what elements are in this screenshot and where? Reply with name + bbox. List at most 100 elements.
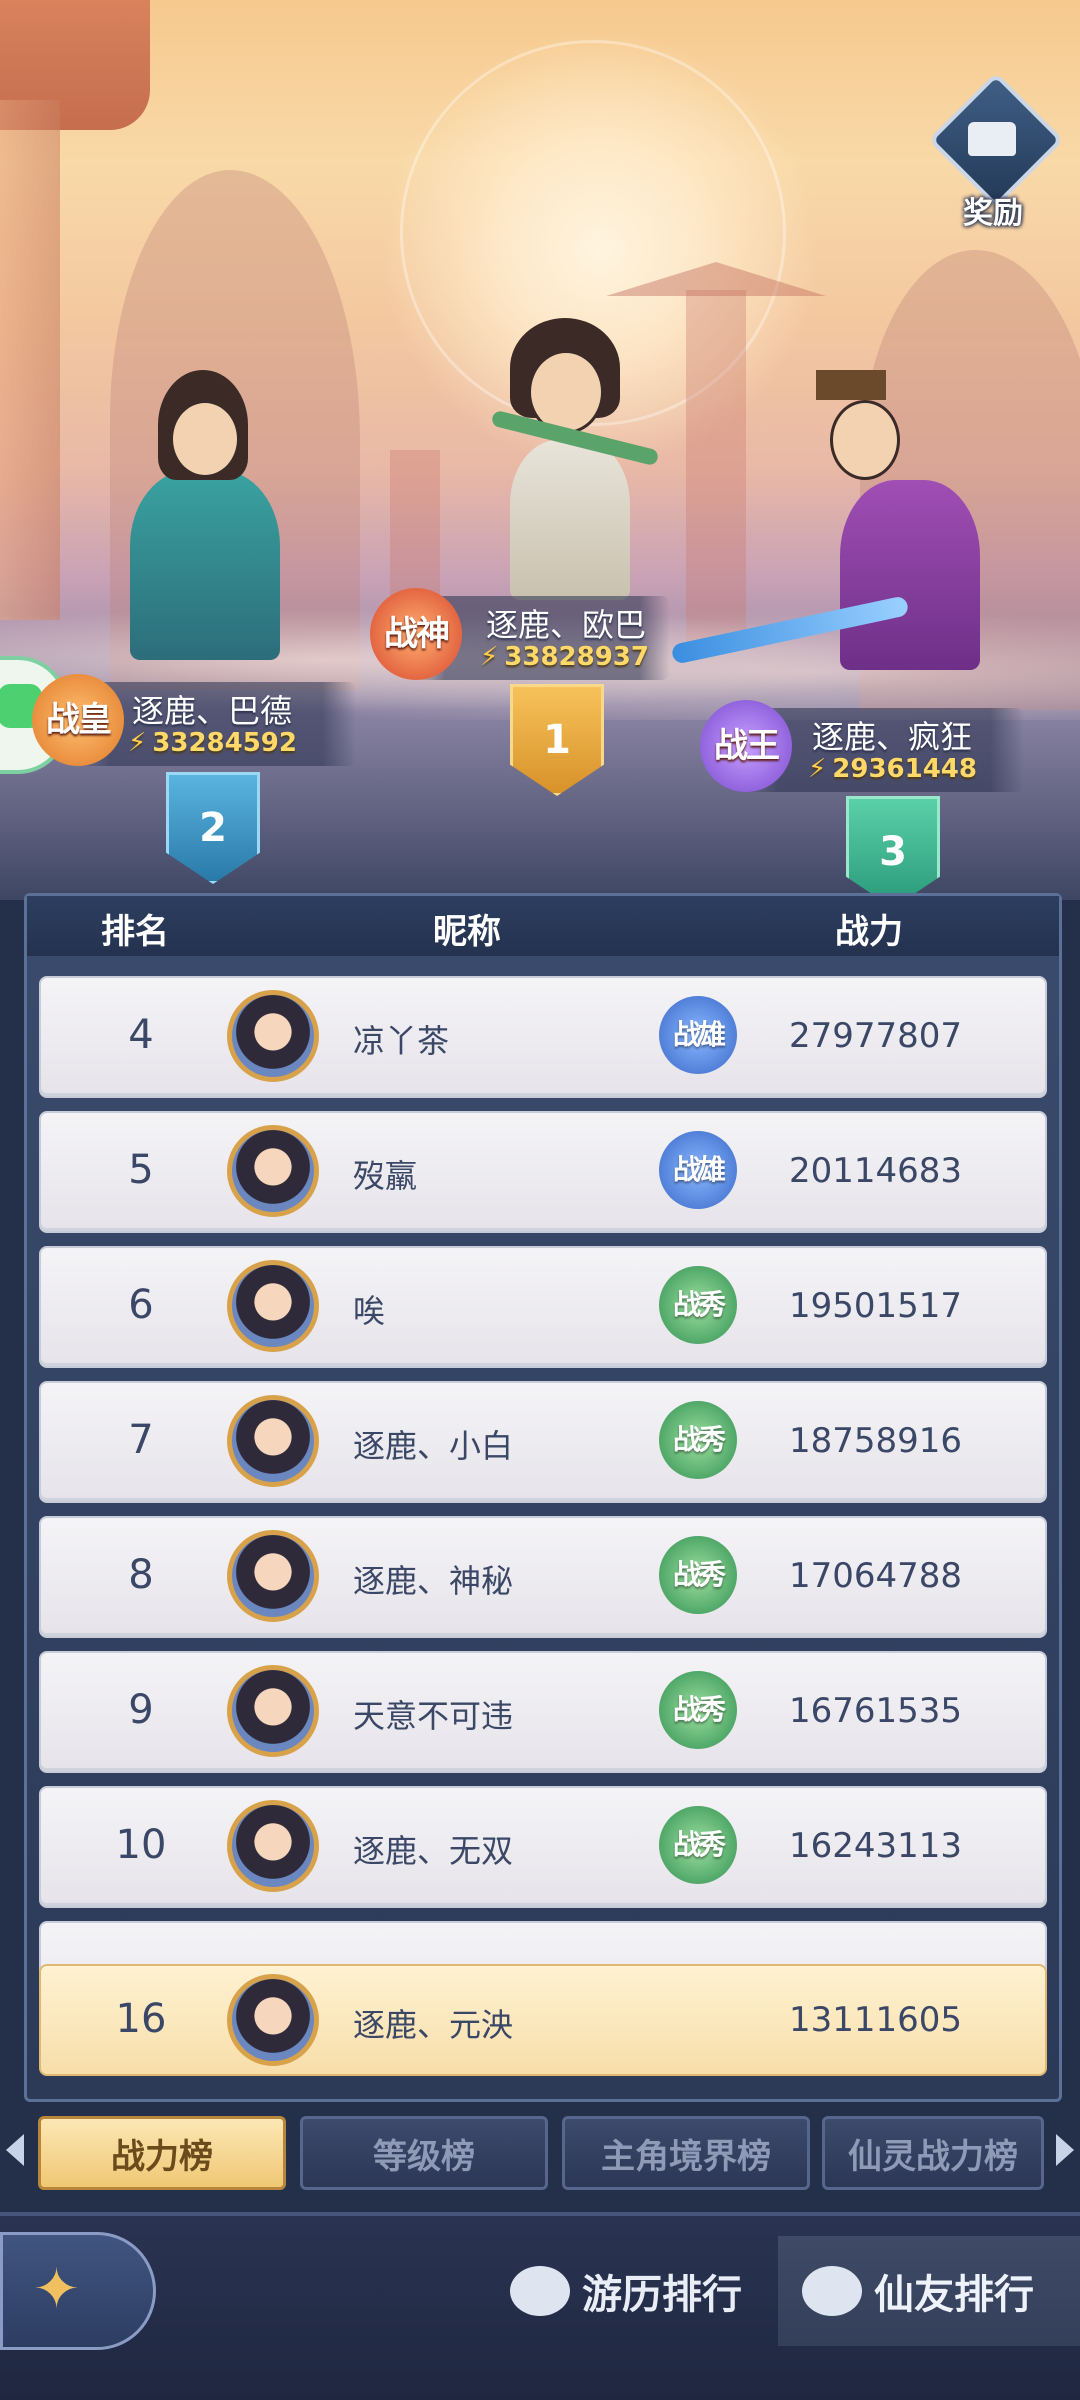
row-power: 17064788 (789, 1556, 963, 1596)
table-row[interactable]: 7 逐鹿、小白 战秀 18758916 (39, 1381, 1047, 1503)
row-name: 逐鹿、小白 (353, 1427, 514, 1465)
travel-icon (510, 2266, 570, 2316)
avatar[interactable] (227, 990, 319, 1082)
hero-body (840, 480, 980, 670)
table-row[interactable]: 8 逐鹿、神秘 战秀 17064788 (39, 1516, 1047, 1638)
row-rank: 10 (115, 1822, 167, 1868)
avatar[interactable] (227, 1665, 319, 1757)
top3-power: ⚡ 29361448 (808, 754, 977, 784)
row-power: 20114683 (789, 1151, 963, 1191)
tab-power-rank[interactable]: 战力榜 (38, 2116, 286, 2190)
hero-rank-3[interactable] (670, 370, 1020, 690)
my-rank-row[interactable]: 16 逐鹿、元泱 13111605 (39, 1964, 1047, 2076)
header-power: 战力 (835, 912, 903, 952)
hero-rank-2[interactable] (70, 350, 330, 660)
ranking-tabs: 战力榜 等级榜 主角境界榜 仙灵战力榜 (0, 2112, 1080, 2192)
pavilion-pillar (0, 100, 60, 620)
title-badge-zhanxiu: 战秀 (659, 1401, 737, 1479)
title-badge-zhanxiu: 战秀 (659, 1266, 737, 1344)
power-bolt-icon: ⚡ (128, 728, 147, 758)
tab-scroll-left-icon[interactable] (6, 2134, 24, 2166)
ranking-list[interactable]: 4 凉丫茶 战雄 27977807 5 歿羸 战雄 20114683 6 唉 战… (39, 976, 1047, 1981)
ranking-panel: 排名 昵称 战力 4 凉丫茶 战雄 27977807 5 歿羸 战雄 20114… (24, 893, 1062, 2102)
top1-name: 逐鹿、欧巴 (486, 606, 647, 644)
hero-face (830, 400, 900, 480)
table-row[interactable]: 9 天意不可违 战秀 16761535 (39, 1651, 1047, 1773)
table-row[interactable]: 10 逐鹿、无双 战秀 16243113 (39, 1786, 1047, 1908)
my-avatar[interactable] (227, 1974, 319, 2066)
row-rank: 6 (128, 1282, 154, 1328)
nav-travel-label: 游历排行 (582, 2272, 742, 2318)
hero-body (130, 470, 280, 660)
row-rank: 9 (128, 1687, 154, 1733)
reward-button[interactable]: 奖励 (928, 72, 1064, 232)
nav-friend-rank[interactable]: 仙友排行 (778, 2236, 1080, 2346)
bottom-nav: ✦ 游历排行 仙友排行 (0, 2212, 1080, 2400)
avatar[interactable] (227, 1260, 319, 1352)
hero-face (170, 400, 240, 478)
row-name: 凉丫茶 (353, 1022, 450, 1060)
title-badge-zhanhuang: 战皇 (32, 674, 124, 766)
table-row[interactable]: 4 凉丫茶 战雄 27977807 (39, 976, 1047, 1098)
row-rank: 8 (128, 1552, 154, 1598)
tab-spirit-power-rank[interactable]: 仙灵战力榜 (822, 2116, 1044, 2190)
power-bolt-icon: ⚡ (480, 642, 499, 672)
menu-button[interactable]: ✦ (0, 2232, 156, 2350)
my-name: 逐鹿、元泱 (353, 2006, 514, 2044)
top1-namebar: 战神 逐鹿、欧巴 ⚡ 33828937 (370, 588, 670, 684)
chest-icon (968, 122, 1016, 156)
top2-namebar: 战皇 逐鹿、巴德 ⚡ 33284592 (32, 674, 362, 770)
tab-scroll-right-icon[interactable] (1056, 2134, 1074, 2166)
reward-label: 奖励 (963, 196, 1023, 231)
tab-level-rank[interactable]: 等级榜 (300, 2116, 548, 2190)
row-power: 16243113 (789, 1826, 963, 1866)
avatar[interactable] (227, 1800, 319, 1892)
avatar[interactable] (227, 1530, 319, 1622)
title-badge-zhanxiong: 战雄 (659, 996, 737, 1074)
hero-rank-1[interactable] (470, 310, 670, 600)
row-power: 16761535 (789, 1691, 963, 1731)
title-badge-zhanwang: 战王 (700, 700, 792, 792)
hero-body (510, 440, 630, 600)
title-badge-zhanxiu: 战秀 (659, 1536, 737, 1614)
row-name: 逐鹿、无双 (353, 1832, 514, 1870)
table-row[interactable]: 5 歿羸 战雄 20114683 (39, 1111, 1047, 1233)
top2-name: 逐鹿、巴德 (132, 692, 293, 730)
tower-roof (606, 262, 826, 296)
top1-power: ⚡ 33828937 (480, 642, 649, 672)
friends-icon (802, 2266, 862, 2316)
my-power: 13111605 (789, 2000, 963, 2040)
hero-hat (816, 370, 886, 400)
tower (686, 290, 746, 650)
row-rank: 5 (128, 1147, 154, 1193)
row-name: 逐鹿、神秘 (353, 1562, 514, 1600)
table-header: 排名 昵称 战力 (27, 896, 1059, 956)
top3-name: 逐鹿、疯狂 (812, 718, 973, 756)
my-rank: 16 (115, 1996, 167, 2042)
title-badge-zhanxiu: 战秀 (659, 1806, 737, 1884)
row-rank: 4 (128, 1012, 154, 1058)
power-bolt-icon: ⚡ (808, 754, 827, 784)
tab-realm-rank[interactable]: 主角境界榜 (562, 2116, 810, 2190)
title-badge-zhanxiong: 战雄 (659, 1131, 737, 1209)
title-badge-zhanxiu: 战秀 (659, 1671, 737, 1749)
top3-namebar: 战王 逐鹿、疯狂 ⚡ 29361448 (700, 700, 1030, 796)
row-power: 19501517 (789, 1286, 963, 1326)
title-badge-zhanshen: 战神 (370, 588, 462, 680)
row-name: 天意不可违 (353, 1697, 514, 1735)
avatar[interactable] (227, 1395, 319, 1487)
nav-travel-rank[interactable]: 游历排行 (500, 2236, 780, 2346)
table-row[interactable]: 6 唉 战秀 19501517 (39, 1246, 1047, 1368)
divider (0, 2212, 1080, 2216)
row-name: 唉 (353, 1292, 386, 1330)
header-nickname: 昵称 (433, 912, 501, 952)
row-rank: 7 (128, 1417, 154, 1463)
top2-power: ⚡ 33284592 (128, 728, 297, 758)
row-power: 18758916 (789, 1421, 963, 1461)
row-power: 27977807 (789, 1016, 963, 1056)
row-name: 歿羸 (353, 1157, 418, 1195)
header-rank: 排名 (101, 912, 169, 952)
bird-icon: ✦ (33, 2257, 80, 2322)
avatar[interactable] (227, 1125, 319, 1217)
nav-friend-label: 仙友排行 (874, 2272, 1034, 2318)
